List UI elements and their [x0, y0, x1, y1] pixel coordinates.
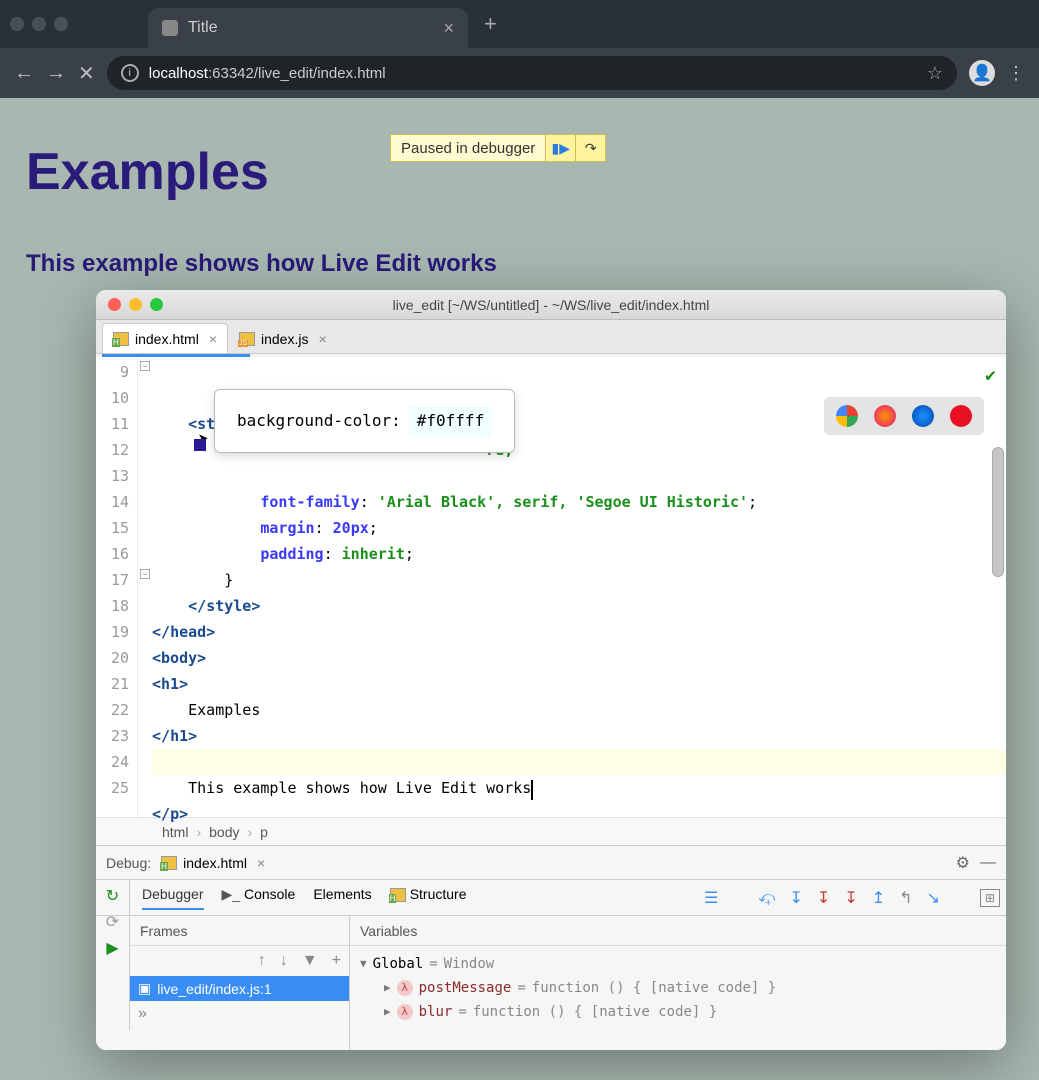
stop-button[interactable]: ✕	[78, 61, 95, 86]
breadcrumb: html› body› p	[96, 817, 1006, 845]
step-into-icon[interactable]: ↧	[790, 888, 803, 908]
maximize-icon[interactable]	[54, 17, 68, 31]
resume-button[interactable]: ▮▶	[545, 135, 575, 161]
threads-icon[interactable]: ☰	[704, 888, 718, 908]
tooltip-label: background-color:	[237, 408, 401, 434]
url-path: :63342/live_edit/index.html	[208, 65, 386, 82]
lambda-icon: λ	[397, 980, 413, 996]
firefox-icon[interactable]	[874, 405, 896, 427]
menu-icon[interactable]: ⋮	[1007, 63, 1025, 84]
tab-label: index.js	[261, 331, 308, 347]
resume-button[interactable]: ▶	[106, 938, 118, 958]
step-out-icon[interactable]: ↥	[872, 888, 885, 908]
debugger-overlay: Paused in debugger ▮▶ ↷	[390, 134, 606, 162]
rerun-button[interactable]: ↻	[106, 886, 119, 906]
browser-chrome: Title × +	[0, 0, 1039, 48]
var-row[interactable]: ▶ λ blur = function () { [native code] }	[360, 1000, 996, 1024]
chrome-icon[interactable]	[836, 405, 858, 427]
next-frame-icon[interactable]: ↓	[280, 952, 288, 970]
breadcrumb-item[interactable]: p	[260, 824, 268, 840]
color-swatch[interactable]	[194, 439, 206, 451]
opera-icon[interactable]	[950, 405, 972, 427]
filter-icon[interactable]: ▼	[302, 952, 318, 970]
window-controls	[10, 17, 68, 31]
ide-titlebar[interactable]: live_edit [~/WS/untitled] - ~/WS/live_ed…	[96, 290, 1006, 320]
debugger-tab[interactable]: Debugger	[142, 886, 204, 910]
debug-panel: Debug: index.html × ⚙ — ↻ ⟳ ▶ Debugger ▶…	[96, 845, 1006, 1050]
browser-preview-bar	[824, 397, 984, 435]
close-tab-icon[interactable]: ×	[257, 855, 265, 871]
back-button[interactable]: ←	[14, 62, 34, 85]
bookmark-icon[interactable]: ☆	[927, 63, 943, 84]
variables-header: Variables	[350, 916, 1006, 946]
gear-icon[interactable]: ⚙	[956, 853, 970, 873]
tab-title: Title	[188, 19, 218, 37]
debugger-status: Paused in debugger	[391, 140, 545, 157]
step-over-icon[interactable]: ⤽	[758, 889, 775, 907]
ide-window: live_edit [~/WS/untitled] - ~/WS/live_ed…	[96, 290, 1006, 1050]
expand-icon[interactable]: ▶	[384, 1000, 391, 1024]
color-tooltip: background-color: #f0ffff	[214, 389, 515, 453]
profile-avatar[interactable]: 👤	[969, 60, 995, 86]
tab-index-js[interactable]: index.js ×	[228, 323, 338, 353]
debug-side-controls: ↻ ⟳ ▶	[96, 880, 130, 1030]
ide-title: live_edit [~/WS/untitled] - ~/WS/live_ed…	[96, 297, 1006, 313]
tab-label: index.html	[135, 331, 199, 347]
forward-button[interactable]: →	[46, 62, 66, 85]
expand-icon[interactable]: ▼	[360, 952, 367, 976]
code-area[interactable]: <style> re; font-family: 'Arial Black', …	[152, 357, 1006, 817]
expand-icon[interactable]: ▶	[384, 976, 391, 1000]
html-file-icon	[161, 856, 177, 870]
url-host: localhost	[149, 65, 208, 82]
highlighted-line	[152, 749, 1006, 775]
variables-panel: Variables ▼ Global = Window ▶ λ postMess…	[350, 916, 1006, 1050]
file-icon: ▣	[138, 980, 151, 997]
url-input[interactable]: i localhost:63342/live_edit/index.html ☆	[107, 56, 957, 90]
scrollbar[interactable]	[992, 447, 1004, 577]
line-gutter: 910111213141516171819202122232425	[96, 357, 138, 817]
elements-tab[interactable]: Elements	[313, 886, 371, 910]
safari-icon[interactable]	[912, 405, 934, 427]
step-into-force-icon[interactable]: ↧	[817, 888, 830, 908]
code-editor[interactable]: 910111213141516171819202122232425 − − <s…	[96, 357, 1006, 817]
minimize-panel-icon[interactable]: —	[980, 854, 996, 872]
js-file-icon	[239, 332, 255, 346]
lambda-icon: λ	[397, 1004, 413, 1020]
debug-config-tab[interactable]: index.html ×	[161, 855, 265, 871]
restart-button[interactable]: ⟳	[106, 912, 119, 932]
color-value: #f0ffff	[409, 406, 492, 436]
step-smart-icon[interactable]: ↧	[844, 888, 857, 908]
step-over-button[interactable]: ↷	[575, 135, 605, 161]
new-tab-button[interactable]: +	[484, 11, 497, 37]
tab-index-html[interactable]: index.html ×	[102, 323, 228, 353]
fold-column: − −	[138, 357, 152, 817]
debug-label: Debug:	[106, 855, 151, 871]
structure-tab[interactable]: Structure	[390, 886, 467, 910]
prev-frame-icon[interactable]: ↑	[258, 952, 266, 970]
var-row[interactable]: ▼ Global = Window	[360, 952, 996, 976]
evaluate-icon[interactable]: ⊞	[980, 889, 1000, 907]
close-icon[interactable]	[10, 17, 24, 31]
add-icon[interactable]: +	[332, 952, 341, 970]
fold-icon[interactable]: −	[140, 361, 150, 371]
run-to-cursor-icon[interactable]: ↘	[927, 888, 940, 908]
url-bar: ← → ✕ i localhost:63342/live_edit/index.…	[0, 48, 1039, 98]
editor-tabs: index.html × index.js ×	[96, 320, 1006, 354]
favicon-icon	[162, 20, 178, 36]
var-row[interactable]: ▶ λ postMessage = function () { [native …	[360, 976, 996, 1000]
close-tab-icon[interactable]: ×	[443, 18, 454, 39]
console-tab[interactable]: ▶_ Console	[222, 886, 296, 910]
breadcrumb-item[interactable]: body	[209, 824, 239, 840]
check-icon: ✔	[985, 363, 996, 389]
site-info-icon[interactable]: i	[121, 64, 139, 82]
browser-tab[interactable]: Title ×	[148, 8, 468, 48]
drop-frame-icon[interactable]: ↰	[899, 888, 912, 908]
close-tab-icon[interactable]: ×	[318, 331, 326, 347]
page-content: Examples This example shows how Live Edi…	[0, 98, 1039, 298]
html-file-icon	[113, 332, 129, 346]
minimize-icon[interactable]	[32, 17, 46, 31]
close-tab-icon[interactable]: ×	[209, 331, 217, 347]
page-subheading: This example shows how Live Edit works	[26, 250, 1013, 278]
fold-icon[interactable]: −	[140, 569, 150, 579]
